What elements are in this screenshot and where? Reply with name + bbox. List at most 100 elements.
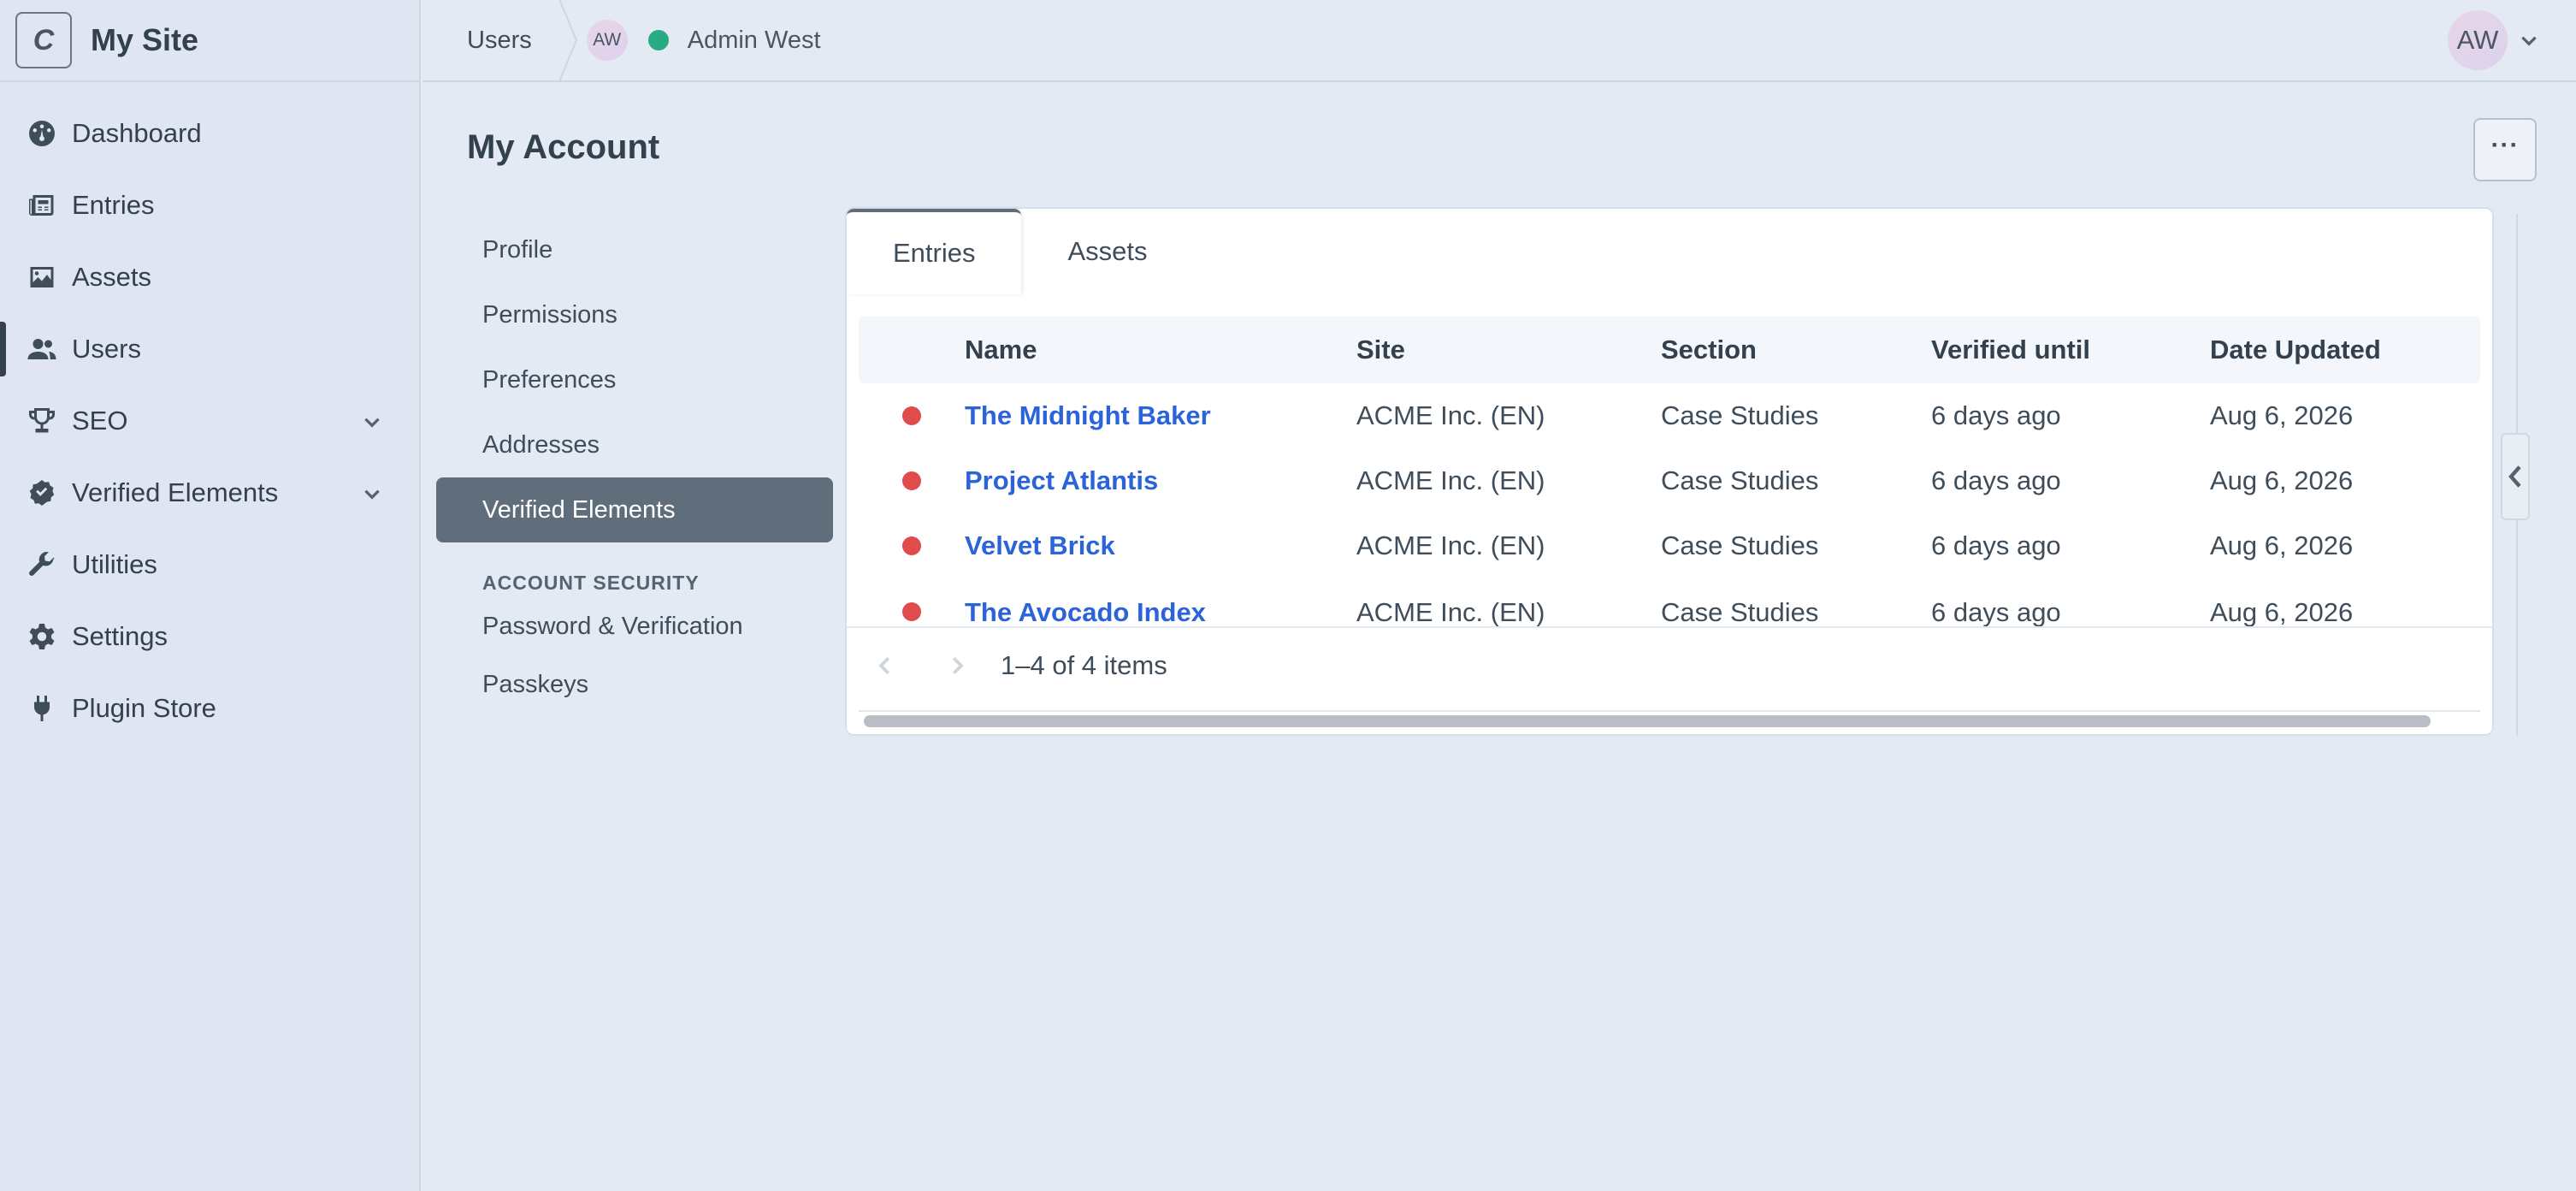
image-icon (26, 261, 58, 293)
chevron-down-icon (2518, 29, 2540, 51)
site-cell: ACME Inc. (EN) (1356, 597, 1545, 627)
nav-item-entries[interactable]: Entries (0, 169, 419, 241)
nav-label: Plugin Store (72, 693, 216, 723)
site-cell: ACME Inc. (EN) (1356, 530, 1545, 560)
nav-item-dashboard[interactable]: Dashboard (0, 98, 419, 169)
name-cell: Velvet Brick (965, 530, 1356, 561)
tab-assets[interactable]: Assets (1021, 209, 1193, 294)
tab-entries[interactable]: Entries (847, 209, 1022, 294)
nav-item-users[interactable]: Users (0, 313, 419, 385)
status-cell (859, 406, 965, 425)
scrollbar-thumb[interactable] (864, 715, 2431, 727)
wrench-icon (26, 548, 58, 581)
account-subnav: Profile Permissions Preferences Addresse… (436, 217, 833, 714)
section-cell: Case Studies (1661, 597, 1819, 627)
column-header-site[interactable]: Site (1356, 335, 1661, 365)
breadcrumb-user-name: Admin West (687, 26, 821, 54)
online-status-dot (647, 30, 669, 50)
site-name[interactable]: My Site (91, 22, 198, 58)
toggle-side-panel-button[interactable] (2501, 433, 2530, 520)
site-logo[interactable]: C (15, 12, 72, 68)
site-cell: ACME Inc. (EN) (1356, 400, 1545, 430)
gear-icon (26, 620, 58, 653)
nav-label: Verified Elements (72, 477, 279, 507)
section-cell: Case Studies (1661, 530, 1819, 560)
nav-label: Dashboard (72, 118, 202, 148)
sidebar: C My Site Dashboard Entries Assets Users… (0, 0, 421, 1191)
date-cell: Aug 6, 2026 (2210, 400, 2354, 430)
nav-item-settings[interactable]: Settings (0, 601, 419, 673)
entry-link[interactable]: The Midnight Baker (965, 400, 1211, 430)
entries-table: Name Site Section Verified until Date Up… (859, 317, 2480, 635)
date-cell: Aug 6, 2026 (2210, 465, 2354, 495)
breadcrumb-current-user[interactable]: AW Admin West (586, 20, 821, 61)
nav-item-utilities[interactable]: Utilities (0, 529, 419, 601)
name-cell: The Midnight Baker (965, 400, 1356, 431)
check-badge-icon (26, 477, 58, 509)
subnav-item-password-verification[interactable]: Password & Verification (436, 597, 833, 655)
nav-item-plugin-store[interactable]: Plugin Store (0, 673, 419, 744)
status-cell (859, 471, 965, 490)
subnav-item-verified-elements[interactable]: Verified Elements (436, 477, 833, 542)
nav-label: SEO (72, 406, 128, 436)
status-dot (902, 406, 921, 425)
page-title: My Account (467, 128, 660, 166)
table-row: Velvet Brick ACME Inc. (EN) Case Studies… (859, 513, 2480, 578)
status-cell (859, 597, 965, 621)
tab-bar: Entries Assets (847, 209, 2492, 294)
entry-link[interactable]: Velvet Brick (965, 530, 1115, 560)
breadcrumb-separator (558, 0, 578, 82)
subnav-heading-account-security: ACCOUNT SECURITY (482, 572, 700, 594)
account-menu-button[interactable]: AW (2448, 10, 2540, 70)
pagination-info: 1–4 of 4 items (1001, 650, 1167, 680)
avatar: AW (586, 20, 628, 61)
verified-cell: 6 days ago (1931, 400, 2061, 430)
next-page-button[interactable] (944, 653, 970, 678)
subnav-item-addresses[interactable]: Addresses (436, 412, 833, 477)
nav-label: Utilities (72, 549, 157, 579)
nav-label: Settings (72, 621, 168, 651)
verified-cell: 6 days ago (1931, 597, 2061, 627)
more-actions-button[interactable]: ··· (2473, 118, 2537, 181)
chevron-down-icon[interactable] (361, 481, 383, 503)
verified-cell: 6 days ago (1931, 530, 2061, 560)
subnav-item-profile[interactable]: Profile (436, 217, 833, 282)
newspaper-icon (26, 189, 58, 222)
subnav-item-passkeys[interactable]: Passkeys (436, 655, 833, 714)
column-header-date-updated[interactable]: Date Updated (2210, 335, 2467, 365)
table-row: Project Atlantis ACME Inc. (EN) Case Stu… (859, 448, 2480, 513)
plug-icon (26, 692, 58, 725)
status-dot (902, 536, 921, 555)
subnav-item-preferences[interactable]: Preferences (436, 347, 833, 412)
main-nav: Dashboard Entries Assets Users SEO Verif… (0, 82, 419, 744)
column-header-section[interactable]: Section (1661, 335, 1931, 365)
dashboard-icon (26, 117, 58, 150)
name-cell: Project Atlantis (965, 465, 1356, 496)
nav-label: Entries (72, 190, 155, 220)
chevron-down-icon[interactable] (361, 409, 383, 431)
section-cell: Case Studies (1661, 400, 1819, 430)
status-dot (902, 602, 921, 621)
column-header-name[interactable]: Name (965, 335, 1356, 365)
nav-item-verified-elements[interactable]: Verified Elements (0, 457, 419, 529)
name-cell: The Avocado Index (965, 597, 1356, 628)
nav-item-assets[interactable]: Assets (0, 241, 419, 313)
previous-page-button[interactable] (872, 653, 898, 678)
trophy-icon (26, 405, 58, 437)
nav-item-seo[interactable]: SEO (0, 385, 419, 457)
verified-elements-card: Entries Assets Name Site Section Verifie… (847, 209, 2492, 734)
chevron-left-icon (2508, 465, 2521, 488)
users-icon (26, 333, 58, 365)
section-cell: Case Studies (1661, 465, 1819, 495)
horizontal-scrollbar[interactable] (859, 710, 2480, 727)
entry-link[interactable]: The Avocado Index (965, 597, 1206, 627)
breadcrumb-users[interactable]: Users (422, 0, 558, 81)
table-header: Name Site Section Verified until Date Up… (859, 317, 2480, 383)
subnav-item-permissions[interactable]: Permissions (436, 282, 833, 347)
status-cell (859, 536, 965, 555)
ellipsis-icon: ··· (2490, 131, 2520, 159)
site-cell: ACME Inc. (EN) (1356, 465, 1545, 495)
column-header-verified-until[interactable]: Verified until (1931, 335, 2210, 365)
date-cell: Aug 6, 2026 (2210, 530, 2354, 560)
entry-link[interactable]: Project Atlantis (965, 465, 1158, 495)
